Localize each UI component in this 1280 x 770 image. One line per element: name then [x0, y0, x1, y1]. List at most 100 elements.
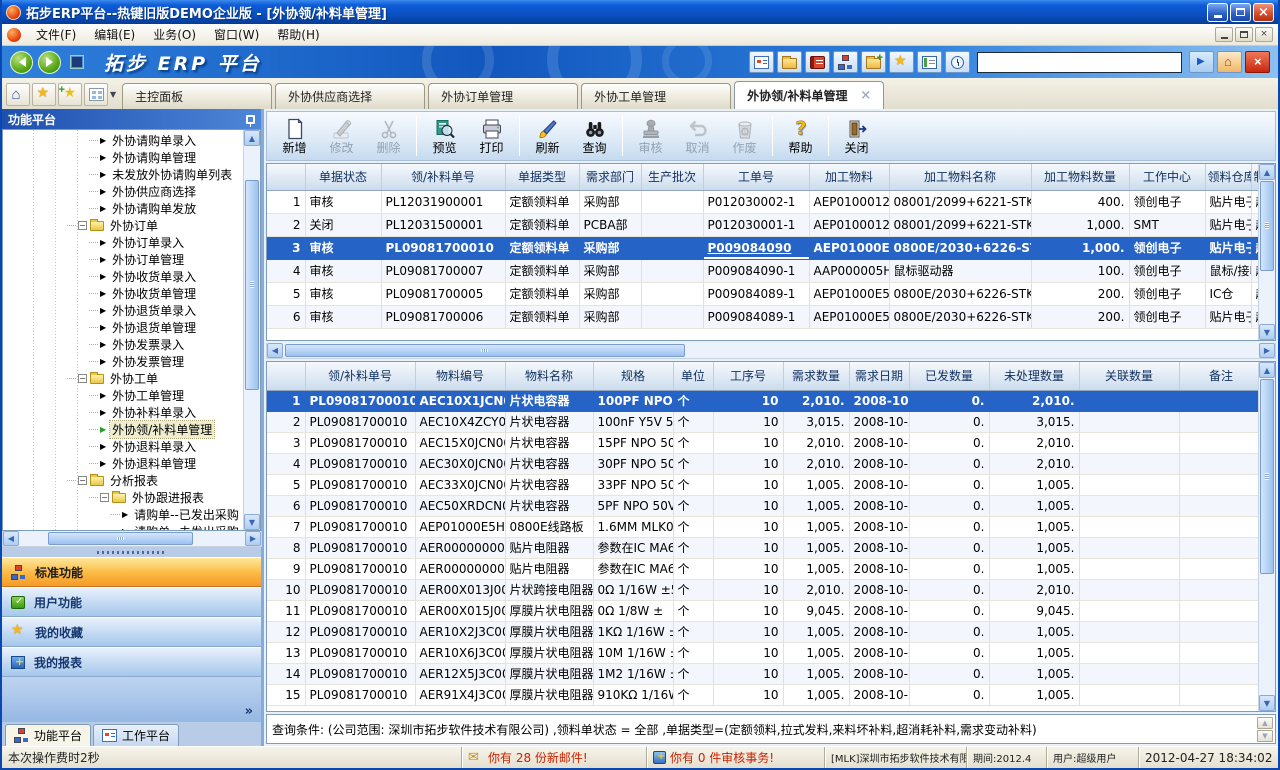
cell[interactable]: 100. — [1031, 259, 1129, 282]
scroll-down-button[interactable]: ▼ — [244, 514, 260, 530]
cell[interactable]: 2008-10-24 — [849, 411, 909, 432]
panel-用户功能[interactable]: 用户功能 — [2, 587, 261, 617]
spin-up-button[interactable]: ▲ — [1257, 717, 1273, 729]
cell[interactable]: 10 — [713, 432, 783, 453]
cell[interactable]: 贴片电子仓 — [1205, 213, 1251, 236]
cell[interactable]: 200. — [1031, 282, 1129, 305]
scrollbar-thumb[interactable] — [285, 344, 685, 357]
tree-collapse-icon[interactable]: − — [100, 493, 109, 502]
cell[interactable]: 片状电容器 — [505, 453, 593, 474]
column-header-关联数量[interactable]: 关联数量 — [1079, 362, 1179, 390]
cell[interactable] — [1179, 495, 1263, 516]
mdi-restore-button[interactable] — [1235, 27, 1253, 42]
cell[interactable]: 2008-10-24 — [849, 558, 909, 579]
cell[interactable]: 个 — [673, 684, 713, 705]
close-button[interactable]: × — [1253, 3, 1274, 22]
cell[interactable]: 1,005. — [989, 642, 1079, 663]
cell[interactable] — [1179, 642, 1263, 663]
cell[interactable]: 0Ω 1/8W ± — [593, 600, 673, 621]
cell[interactable] — [1079, 642, 1179, 663]
pin-icon[interactable] — [246, 115, 255, 124]
cell[interactable]: AER10X2J3C00 — [415, 621, 505, 642]
cell[interactable]: 个 — [673, 663, 713, 684]
cell[interactable]: 个 — [673, 474, 713, 495]
clock-button[interactable] — [945, 51, 970, 73]
table-row[interactable]: 15PL09081700010AER91X4J3C00厚膜片状电阻器910KΩ … — [267, 684, 1263, 705]
column-header-加工物料[interactable]: 加工物料 — [809, 164, 889, 190]
cell[interactable]: 2008-10-24 — [849, 495, 909, 516]
table-row[interactable]: 14PL09081700010AER12X5J3C00厚膜片状电阻器1M2 1/… — [267, 663, 1263, 684]
tab-close-icon[interactable]: × — [860, 88, 871, 103]
cell[interactable]: 10 — [713, 537, 783, 558]
tab-外协领/补料单管理[interactable]: 外协领/补料单管理× — [734, 81, 884, 109]
cell[interactable]: 2,010. — [989, 390, 1079, 411]
cell[interactable]: 0. — [909, 684, 989, 705]
column-header-需求日期[interactable]: 需求日期 — [849, 362, 909, 390]
toolbar-刷新-button[interactable]: 刷新 — [524, 114, 571, 159]
status-mail[interactable]: ✉你有 28 份新邮件! — [461, 747, 646, 768]
cell[interactable]: 9,045. — [989, 600, 1079, 621]
cell[interactable]: 5 — [267, 474, 305, 495]
tree-item[interactable]: ▶外协退货单录入 — [3, 302, 243, 319]
cell[interactable]: 1,005. — [783, 684, 849, 705]
table-row[interactable]: 1PL09081700010AEC10X1JCN0片状电容器100PF NPO … — [267, 390, 1263, 411]
tree-collapse-icon[interactable]: − — [78, 374, 87, 383]
column-header-rownum[interactable] — [267, 362, 305, 390]
cell[interactable]: PL09081700010 — [305, 411, 415, 432]
table-row[interactable]: 10PL09081700010AER00X013J00片状跨接电阻器0Ω 1/1… — [267, 579, 1263, 600]
cell[interactable]: 领创电子 — [1129, 305, 1205, 328]
cell[interactable]: 200. — [1031, 305, 1129, 328]
menu-item[interactable]: 编辑(E) — [85, 24, 144, 45]
cell[interactable] — [1079, 516, 1179, 537]
cell[interactable]: 1,005. — [783, 516, 849, 537]
menu-item[interactable]: 业务(O) — [144, 24, 205, 45]
table-row[interactable]: 12PL09081700010AER10X2J3C00厚膜片状电阻器1KΩ 1/… — [267, 621, 1263, 642]
cell[interactable] — [1079, 558, 1179, 579]
cell[interactable]: 0Ω 1/16W ±5 — [593, 579, 673, 600]
cell[interactable]: 采购部 — [579, 259, 641, 282]
cell[interactable]: 0. — [909, 621, 989, 642]
tree-horizontal-scrollbar[interactable]: ◀ ▶ — [2, 531, 262, 547]
spin-down-button[interactable]: ▼ — [1257, 730, 1273, 742]
table-row[interactable]: 6PL09081700010AEC50XRDCN00片状电容器5PF NPO 5… — [267, 495, 1263, 516]
layout-button[interactable] — [84, 83, 108, 106]
cell[interactable]: 贴片电子仓 — [1205, 236, 1251, 259]
cell[interactable]: 910KΩ 1/16W — [593, 684, 673, 705]
cell[interactable] — [641, 236, 703, 259]
cell[interactable]: PL09081700010 — [305, 453, 415, 474]
cell[interactable]: 15PF NPO 50V — [593, 432, 673, 453]
cell[interactable]: AAP000005H100 — [809, 259, 889, 282]
cell[interactable] — [1179, 516, 1263, 537]
tree-item[interactable]: ▶请购单--未发出采购 — [3, 523, 243, 530]
tree-item[interactable]: −外协工单 — [3, 370, 243, 387]
cell[interactable]: 10 — [713, 390, 783, 411]
cell[interactable]: 2,010. — [783, 390, 849, 411]
cell[interactable]: AEP01000E5H2403 — [809, 282, 889, 305]
tree-item[interactable]: ▶请购单--已发出采购 — [3, 506, 243, 523]
column-header-规格[interactable]: 规格 — [593, 362, 673, 390]
cell[interactable]: P012030001-1 — [703, 213, 809, 236]
cell[interactable]: 关闭 — [305, 213, 381, 236]
favorite-button[interactable] — [32, 83, 56, 106]
cell[interactable] — [641, 305, 703, 328]
tab-主控面板[interactable]: 主控面板 — [122, 83, 272, 109]
cell[interactable]: 0. — [909, 390, 989, 411]
cell[interactable]: 个 — [673, 558, 713, 579]
cell[interactable]: 片状跨接电阻器 — [505, 579, 593, 600]
cell[interactable] — [1079, 579, 1179, 600]
cell[interactable]: 08001/2099+6221-STK(大) — [889, 213, 1031, 236]
column-header-rownum[interactable] — [267, 164, 305, 190]
cell[interactable]: 100PF NPO 5 — [593, 390, 673, 411]
cell[interactable]: 0. — [909, 642, 989, 663]
cell[interactable]: 6 — [267, 305, 305, 328]
cell[interactable]: 采购部 — [579, 190, 641, 213]
cell[interactable]: 0. — [909, 453, 989, 474]
cell[interactable]: 2,010. — [783, 453, 849, 474]
cell[interactable]: 5 — [267, 282, 305, 305]
tree-item[interactable]: ▶外协请购单发放 — [3, 200, 243, 217]
tree-item[interactable]: ▶外协订单录入 — [3, 234, 243, 251]
cell[interactable]: 7 — [267, 516, 305, 537]
table-row[interactable]: 2关闭PL12031500001定额领料单PCBA部P012030001-1AE… — [267, 213, 1263, 236]
cell[interactable]: P009084089-1 — [703, 305, 809, 328]
column-header-领/补料单号[interactable]: 领/补料单号 — [305, 362, 415, 390]
